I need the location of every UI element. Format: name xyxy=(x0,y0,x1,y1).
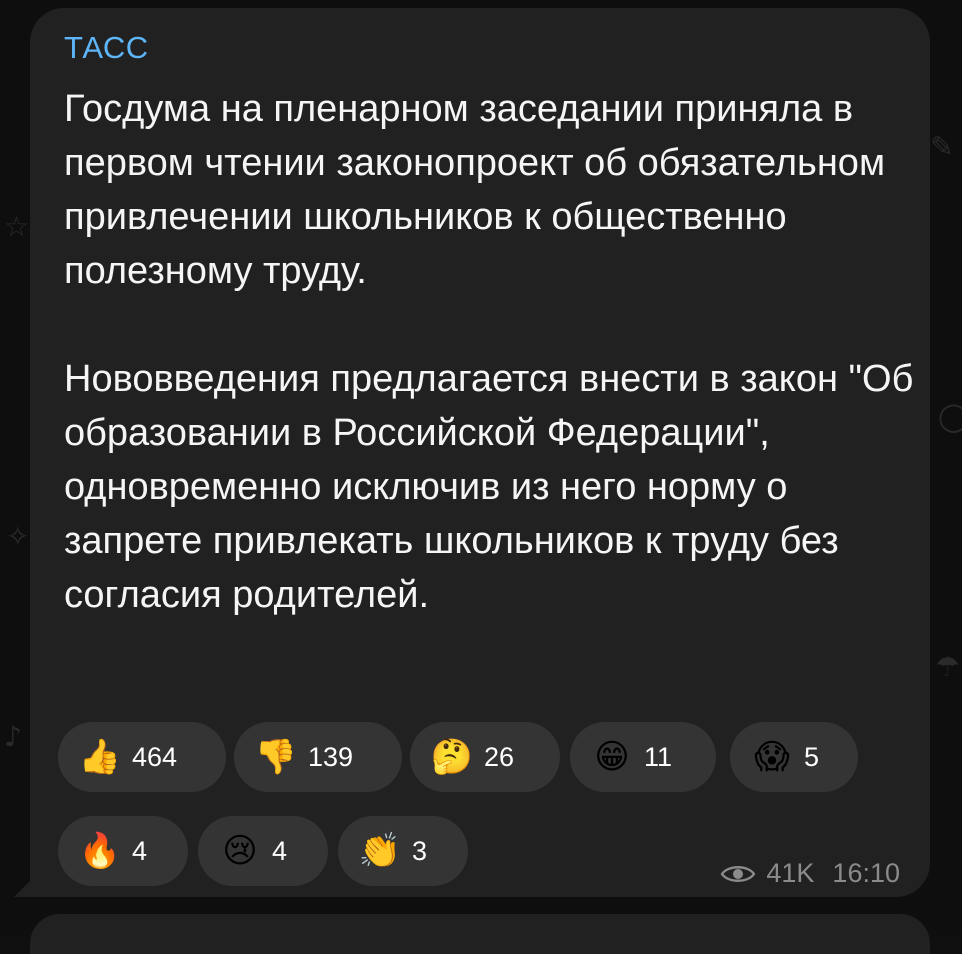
view-count: 41K xyxy=(766,858,815,888)
reaction-crying[interactable]: 😢 4 xyxy=(198,816,328,886)
sender-name[interactable]: ТАСС xyxy=(64,30,149,66)
reaction-screaming[interactable]: 😱 5 xyxy=(730,722,858,792)
crying-face-icon: 😢 xyxy=(222,831,258,871)
message-time: 16:10 xyxy=(832,858,900,888)
clapping-hands-icon: 👏 xyxy=(358,831,402,871)
screaming-face-icon: 😱 xyxy=(754,737,790,777)
grinning-face-icon: 😁 xyxy=(594,737,630,777)
reaction-count: 4 xyxy=(272,835,288,866)
next-message-bubble[interactable] xyxy=(30,914,930,954)
message-paragraph: Госдума на пленарном заседании приняла в… xyxy=(64,88,886,292)
doodle-icon: ◯ xyxy=(938,400,962,433)
reaction-fire[interactable]: 🔥 4 xyxy=(58,816,188,886)
message-text: Госдума на пленарном заседании приняла в… xyxy=(64,82,916,622)
reaction-count: 464 xyxy=(132,741,178,772)
thumbs-up-icon: 👍 xyxy=(78,737,122,777)
reaction-count: 3 xyxy=(412,835,428,866)
eye-icon xyxy=(720,865,756,882)
reaction-thumbs-up[interactable]: 👍 464 xyxy=(58,722,226,792)
doodle-icon: ♪ xyxy=(4,720,22,753)
reaction-grinning[interactable]: 😁 11 xyxy=(570,722,716,792)
thinking-face-icon: 🤔 xyxy=(430,737,474,777)
message-meta: 41K 16:10 xyxy=(720,858,900,889)
reaction-thinking[interactable]: 🤔 26 xyxy=(410,722,560,792)
thumbs-down-icon: 👎 xyxy=(254,737,298,777)
reaction-count: 4 xyxy=(132,835,148,866)
reaction-count: 11 xyxy=(644,741,673,772)
doodle-icon: ✎ xyxy=(930,130,954,163)
message-bubble[interactable]: ТАСС Госдума на пленарном заседании прин… xyxy=(30,8,930,897)
reaction-count: 139 xyxy=(308,741,354,772)
reaction-clapping[interactable]: 👏 3 xyxy=(338,816,468,886)
reaction-count: 26 xyxy=(484,741,515,772)
reaction-count: 5 xyxy=(804,741,820,772)
reaction-thumbs-down[interactable]: 👎 139 xyxy=(234,722,402,792)
doodle-icon: ☂ xyxy=(935,650,961,683)
doodle-icon: ☆ xyxy=(4,210,30,243)
doodle-icon: ✧ xyxy=(6,520,30,553)
message-paragraph: Нововведения предлагается внести в закон… xyxy=(64,358,914,616)
fire-icon: 🔥 xyxy=(78,831,122,871)
